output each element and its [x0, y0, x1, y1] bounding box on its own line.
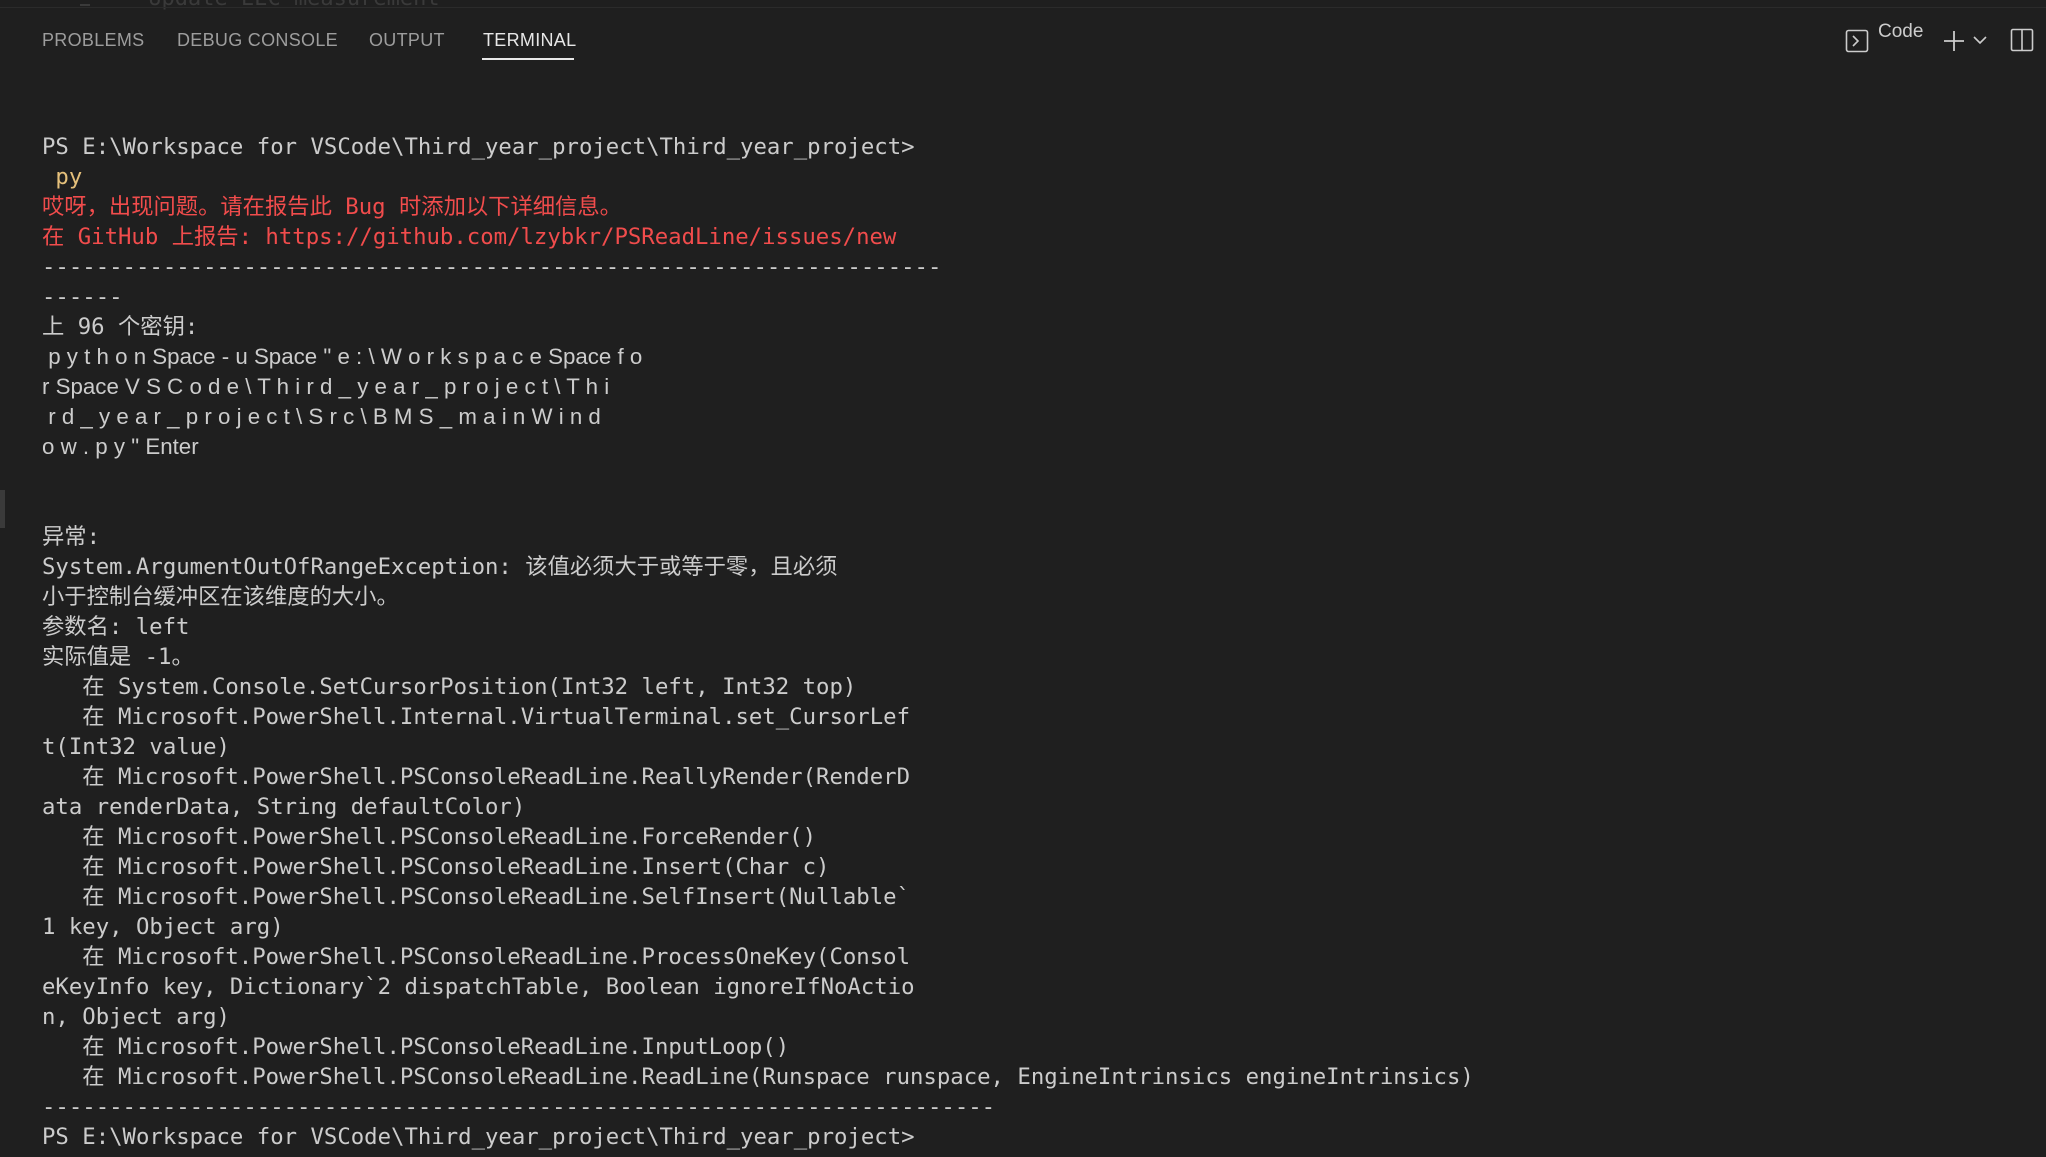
- terminal-line: 上 96 个密钥:: [42, 314, 199, 340]
- editor-fold-icon: [80, 0, 90, 6]
- terminal-line: 在 GitHub 上报告: https://github.com/lzybkr/…: [42, 224, 897, 250]
- terminal-line: p y t h o n Space - u Space " e : \ W o …: [42, 344, 643, 369]
- terminal-line: 实际值是 -1。: [42, 644, 194, 670]
- tab-debug-console[interactable]: DEBUG CONSOLE: [177, 30, 338, 51]
- terminal-line: System.ArgumentOutOfRangeException: 该值必须…: [42, 554, 838, 580]
- terminal-line: 在 Microsoft.PowerShell.PSConsoleReadLine…: [42, 854, 830, 880]
- terminal-line: 在 Microsoft.PowerShell.PSConsoleReadLine…: [42, 884, 910, 910]
- tab-problems[interactable]: PROBLEMS: [42, 30, 144, 51]
- terminal-line: 参数名: left: [42, 614, 190, 640]
- terminal-line: 异常:: [42, 524, 101, 550]
- terminal-line: t(Int32 value): [42, 734, 230, 760]
- terminal-line: ----------------------------------------…: [42, 254, 942, 280]
- terminal-line: o w . p y " Enter: [42, 434, 199, 459]
- terminal-line: r Space V S C o d e \ T h i r d _ y e a …: [42, 374, 610, 399]
- panel-tab-bar: PROBLEMS DEBUG CONSOLE OUTPUT TERMINAL: [0, 8, 2046, 76]
- terminal-line: PS E:\Workspace for VSCode\Third_year_pr…: [42, 134, 915, 160]
- terminal-line: 哎呀，出现问题。请在报告此 Bug 时添加以下详细信息。: [42, 194, 622, 220]
- terminal-line: 在 Microsoft.PowerShell.PSConsoleReadLine…: [42, 764, 910, 790]
- chevron-down-icon[interactable]: [1972, 33, 1988, 47]
- split-panel-icon[interactable]: [2010, 28, 2034, 52]
- active-tab-indicator: [482, 58, 574, 60]
- terminal-line: ata renderData, String defaultColor): [42, 794, 526, 820]
- terminal-line: 在 Microsoft.PowerShell.PSConsoleReadLine…: [42, 1034, 790, 1060]
- scroll-marker: [0, 490, 5, 528]
- terminal-line: n, Object arg): [42, 1004, 230, 1030]
- terminal-line: 在 Microsoft.PowerShell.PSConsoleReadLine…: [42, 1064, 1474, 1090]
- plus-icon[interactable]: [1942, 29, 1966, 53]
- terminal-line: 小于控制台缓冲区在该维度的大小。: [42, 584, 399, 610]
- terminal-scrollbar[interactable]: [2032, 76, 2046, 1136]
- terminal-line: py: [42, 164, 83, 190]
- tab-output[interactable]: OUTPUT: [369, 30, 445, 51]
- terminal-line: 在 System.Console.SetCursorPosition(Int32…: [42, 674, 857, 700]
- shell-name-label[interactable]: Code: [1878, 21, 1923, 43]
- terminal-icon[interactable]: [1845, 29, 1869, 53]
- terminal-line: ----------------------------------------…: [42, 1094, 996, 1120]
- terminal-line: 在 Microsoft.PowerShell.Internal.VirtualT…: [42, 704, 910, 730]
- terminal-panel: *Update EEC measurement PROBLEMS DEBUG C…: [0, 0, 2046, 1157]
- terminal-line: r d _ y e a r _ p r o j e c t \ S r c \ …: [42, 404, 601, 429]
- tab-terminal[interactable]: TERMINAL: [483, 30, 576, 51]
- terminal-line: eKeyInfo key, Dictionary`2 dispatchTable…: [42, 974, 915, 1000]
- terminal-line: 1 key, Object arg): [42, 914, 284, 940]
- terminal-line: PS E:\Workspace for VSCode\Third_year_pr…: [42, 1124, 915, 1150]
- terminal-output[interactable]: PS E:\Workspace for VSCode\Third_year_pr…: [42, 102, 2032, 1150]
- terminal-line: ------: [42, 284, 123, 310]
- terminal-line: 在 Microsoft.PowerShell.PSConsoleReadLine…: [42, 944, 910, 970]
- terminal-line: 在 Microsoft.PowerShell.PSConsoleReadLine…: [42, 824, 817, 850]
